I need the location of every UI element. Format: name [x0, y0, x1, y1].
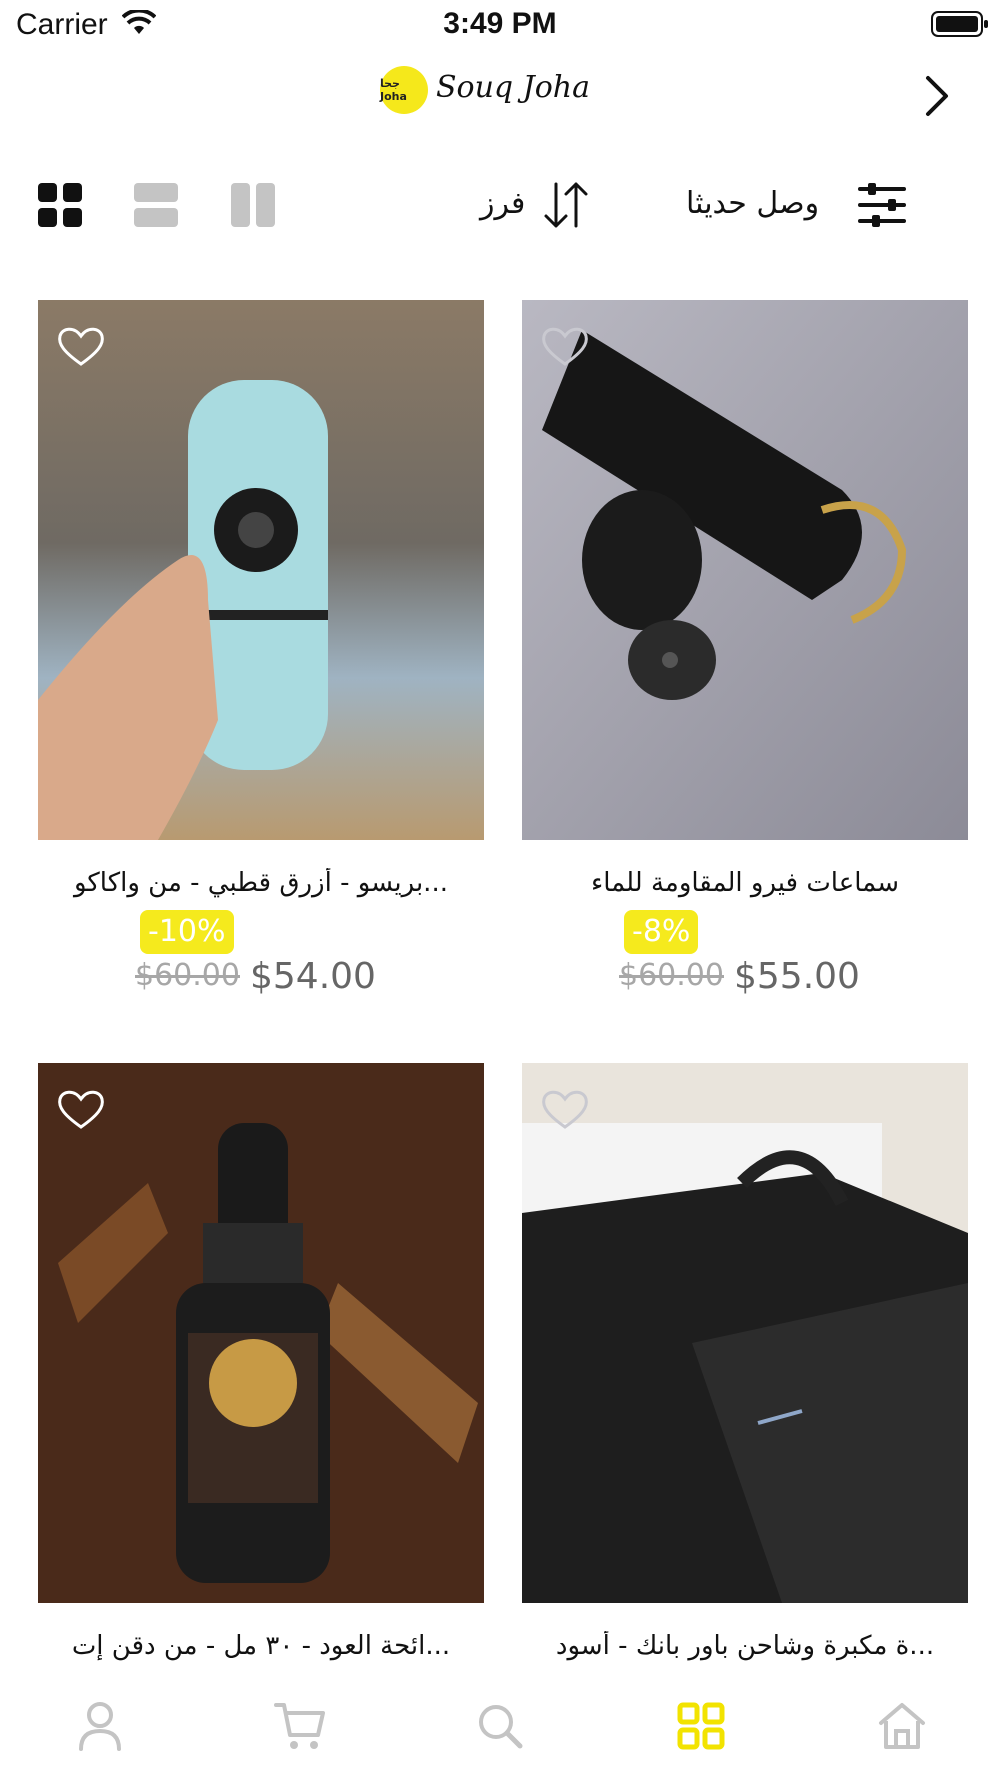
status-bar: Carrier 3:49 PM [0, 0, 1000, 50]
heart-icon[interactable] [540, 324, 590, 368]
heart-icon[interactable] [56, 324, 106, 368]
home-icon[interactable] [872, 1696, 932, 1756]
filter-button[interactable]: وصل حديثا [686, 186, 819, 221]
sort-arrows-icon[interactable] [540, 180, 592, 230]
sort-button[interactable]: فرز [480, 186, 525, 221]
beard-oil-image[interactable] [38, 1063, 484, 1603]
old-price: $60.00 [135, 958, 240, 993]
cart-icon[interactable] [270, 1696, 330, 1756]
profile-icon[interactable] [70, 1696, 130, 1756]
earbuds-image[interactable] [522, 300, 968, 840]
nanopresso-image[interactable] [38, 300, 484, 840]
list-view-icon[interactable] [133, 182, 179, 228]
product-title[interactable]: ...ائحة العود - ٣٠ مل - من دقن إت [38, 1631, 484, 1661]
discount-badge: -8% [624, 910, 699, 954]
heart-icon[interactable] [56, 1087, 106, 1131]
battery-icon [931, 11, 988, 37]
logo-mark: جحا Joha [380, 66, 428, 114]
categories-icon[interactable] [671, 1696, 731, 1756]
grid-view-icon[interactable] [37, 182, 83, 228]
bottom-tab-bar [0, 1680, 1000, 1778]
old-price: $60.00 [619, 958, 724, 993]
discount-badge: -10% [140, 910, 234, 954]
price: $55.00 [734, 956, 860, 997]
product-title[interactable]: ...ة مكبرة وشاحن باور بانك - أسود [522, 1631, 968, 1661]
chevron-right-icon[interactable] [922, 74, 952, 118]
heart-icon[interactable] [540, 1087, 590, 1131]
status-time: 3:49 PM [443, 7, 557, 40]
search-icon[interactable] [470, 1696, 530, 1756]
logo-text: Souq Joha [436, 70, 590, 105]
price: $54.00 [250, 956, 376, 997]
product-title[interactable]: ...بريسو - أزرق قطبي - من واكاكو [38, 868, 484, 898]
power-bank-image[interactable] [522, 1063, 968, 1603]
filter-sliders-icon[interactable] [858, 183, 906, 227]
product-title[interactable]: سماعات فيرو المقاومة للماء [522, 868, 968, 898]
column-view-icon[interactable] [230, 182, 276, 228]
